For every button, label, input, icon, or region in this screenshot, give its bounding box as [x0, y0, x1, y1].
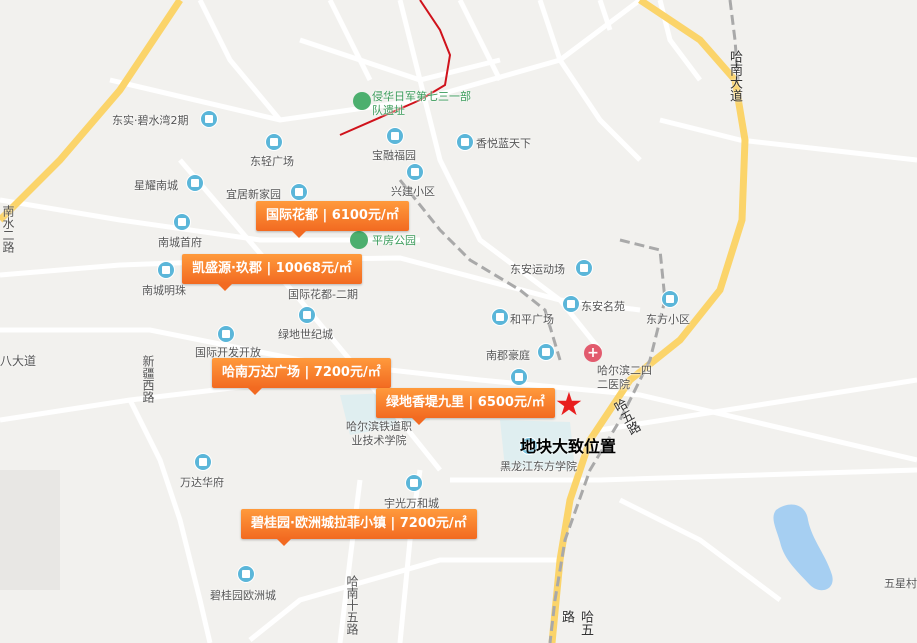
- building-icon[interactable]: [406, 163, 424, 181]
- building-icon[interactable]: [456, 133, 474, 151]
- poi-heping[interactable]: 和平广场: [510, 311, 554, 327]
- road-label-bishui: 南水二路: [1, 205, 15, 253]
- price-tag-lvdi[interactable]: 绿地香堤九里 | 6500元/㎡: [376, 388, 555, 425]
- poi-tielu[interactable]: 哈尔滨铁道职业技术学院: [341, 420, 417, 448]
- poi-xingyao[interactable]: 星耀南城: [134, 177, 178, 193]
- building-icon[interactable]: [491, 308, 509, 326]
- poi-dongfang[interactable]: 东方小区: [646, 311, 690, 327]
- price-tag-wanda[interactable]: 哈南万达广场 | 7200元/㎡: [212, 358, 391, 395]
- price-tag-kaishengyuan[interactable]: 凯盛源·玖郡 | 10068元/㎡: [182, 254, 362, 291]
- road-label-hanan-dadao: 哈南大道: [727, 50, 742, 102]
- building-icon[interactable]: [237, 565, 255, 583]
- poi-nandu[interactable]: 南郡豪庭: [486, 347, 530, 363]
- plot-location-label: 地块大致位置: [520, 437, 617, 456]
- landmark-icon[interactable]: [353, 92, 371, 110]
- price-tag-guoji[interactable]: 国际花都 | 6100元/㎡: [256, 201, 409, 238]
- poi-wuxing[interactable]: 五星村: [884, 575, 917, 591]
- poi-pingfang[interactable]: 平房公园: [372, 232, 416, 248]
- poi-xingjian[interactable]: 兴建小区: [391, 183, 435, 199]
- building-icon[interactable]: [186, 174, 204, 192]
- map-canvas[interactable]: 南水二路 八大道 新疆西路 哈南大道 哈南十五路 哈五路 哈五路 东实·碧水湾2…: [0, 0, 917, 643]
- building-icon[interactable]: [217, 325, 235, 343]
- price-tag-biguiyuan[interactable]: 碧桂园·欧洲城拉菲小镇 | 7200元/㎡: [241, 509, 477, 546]
- building-icon[interactable]: [510, 368, 528, 386]
- building-icon[interactable]: [562, 295, 580, 313]
- building-icon[interactable]: [200, 110, 218, 128]
- poi-wanda[interactable]: 万达华府: [180, 474, 224, 490]
- building-icon[interactable]: [405, 474, 423, 492]
- poi-baorong[interactable]: 宝融福园: [372, 147, 416, 163]
- poi-yiju[interactable]: 宜居新家园: [226, 186, 281, 202]
- road-label-hanan15: 哈南十五路: [345, 575, 359, 635]
- building-icon[interactable]: [157, 261, 175, 279]
- building-icon[interactable]: [537, 343, 555, 361]
- poi-xiangyue[interactable]: 香悦蓝天下: [476, 135, 531, 151]
- poi-dongfang-college[interactable]: 黑龙江东方学院: [500, 458, 577, 474]
- plot-star-marker[interactable]: ★: [554, 388, 584, 420]
- poi-biguiyuan[interactable]: 碧桂园欧洲城: [210, 587, 276, 603]
- park-icon[interactable]: [350, 231, 368, 249]
- poi-qinhua[interactable]: 侵华日军第七三一部队遗址: [372, 90, 472, 118]
- building-icon[interactable]: [386, 127, 404, 145]
- poi-dongqing[interactable]: 东轻广场: [250, 153, 294, 169]
- poi-dongan-mingyuan[interactable]: 东安名苑: [581, 298, 625, 314]
- building-icon[interactable]: [173, 213, 191, 231]
- poi-guoji2[interactable]: 国际花都-二期: [288, 286, 358, 302]
- building-icon[interactable]: [290, 183, 308, 201]
- building-icon[interactable]: [298, 306, 316, 324]
- building-icon[interactable]: [194, 453, 212, 471]
- building-icon[interactable]: [265, 133, 283, 151]
- poi-dongan-sport[interactable]: 东安运动场: [510, 261, 565, 277]
- poi-hospital[interactable]: 哈尔滨二四二医院: [597, 364, 653, 392]
- poi-nanchengmingzhu[interactable]: 南城明珠: [142, 282, 186, 298]
- poi-lvdi[interactable]: 绿地世纪城: [278, 326, 333, 342]
- road-label-hawu: 哈五路: [559, 610, 593, 636]
- poi-dongshi[interactable]: 东实·碧水湾2期: [112, 112, 189, 128]
- lake-water: [773, 504, 833, 591]
- stadium-icon[interactable]: [575, 259, 593, 277]
- road-label-badadao: 八大道: [0, 354, 37, 368]
- poi-nancheng[interactable]: 南城首府: [158, 234, 202, 250]
- building-icon[interactable]: [661, 290, 679, 308]
- road-label-xinjiang: 新疆西路: [141, 355, 155, 403]
- hospital-icon[interactable]: +: [584, 344, 602, 362]
